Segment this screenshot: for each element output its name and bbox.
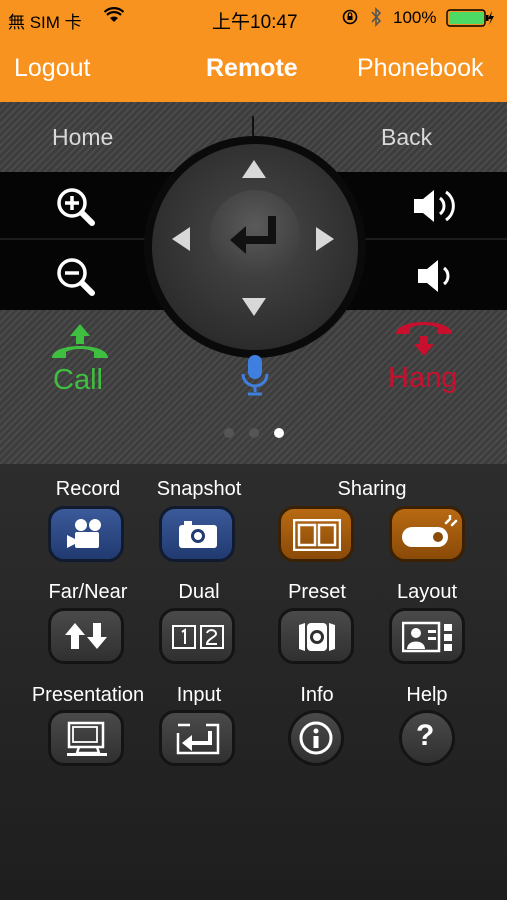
record-label: Record (55, 478, 121, 500)
sharing-button[interactable] (278, 506, 354, 562)
carrier-label: 無 SIM 卡 (8, 13, 82, 32)
microphone-icon[interactable] (240, 354, 270, 401)
divider (350, 238, 507, 240)
record-button[interactable] (48, 506, 124, 562)
dpad-right-arrow[interactable] (316, 227, 334, 256)
phonebook-button[interactable]: Phonebook (357, 54, 484, 83)
help-icon: ? (416, 719, 435, 752)
hang-label[interactable]: Hang (388, 362, 457, 395)
battery-percent: 100% (393, 8, 437, 27)
info-label: Info (300, 684, 334, 706)
battery-icon (446, 9, 494, 32)
clock: 上午10:47 (212, 12, 298, 33)
page-title: Remote (206, 54, 298, 82)
dpad-down-arrow[interactable] (242, 298, 266, 321)
help-button[interactable]: ? (399, 710, 455, 766)
layout-icon (401, 621, 454, 658)
dpad-left-arrow[interactable] (172, 227, 190, 256)
hang-up-icon[interactable] (392, 318, 456, 363)
help-label: Help (406, 684, 448, 706)
enter-icon (228, 212, 282, 263)
page-dot[interactable] (224, 428, 234, 438)
far-near-button[interactable] (48, 608, 124, 664)
volume-up-icon[interactable] (412, 188, 460, 229)
sharing-label: Sharing (337, 478, 407, 500)
nav-bar: Logout Remote Phonebook (0, 36, 507, 102)
far-near-label: Far/Near (48, 581, 128, 603)
preset-label: Preset (288, 581, 346, 603)
rotation-lock-icon (342, 9, 358, 30)
back-button[interactable]: Back (381, 124, 432, 151)
volume-down-icon[interactable] (416, 258, 456, 299)
film-icon (292, 518, 342, 556)
input-button[interactable] (159, 710, 235, 766)
camera-icon (178, 519, 218, 554)
dual-label: Dual (178, 581, 220, 603)
dual-screen-icon (172, 625, 224, 654)
call-icon[interactable] (48, 322, 112, 367)
logout-button[interactable]: Logout (14, 54, 90, 83)
info-icon (299, 721, 333, 760)
enter-button[interactable] (210, 190, 300, 280)
snapshot-label: Snapshot (156, 478, 242, 500)
wifi-icon (103, 6, 125, 29)
status-bar: 無 SIM 卡 上午10:47 100% (0, 0, 507, 36)
input-label: Input (176, 684, 222, 706)
page-dot-active[interactable] (274, 428, 284, 438)
layout-button[interactable] (389, 608, 465, 664)
dpad-up-arrow[interactable] (242, 160, 266, 183)
layout-label: Layout (396, 581, 458, 603)
video-camera-icon (67, 517, 107, 556)
info-button[interactable] (288, 710, 344, 766)
remote-panel: Home Back Call Hang (0, 102, 507, 464)
zoom-out-icon[interactable] (55, 256, 97, 303)
projector-button[interactable] (389, 506, 465, 562)
home-button[interactable]: Home (52, 124, 113, 151)
presentation-icon (65, 721, 109, 762)
presentation-label: Presentation (31, 684, 145, 706)
page-dot[interactable] (249, 428, 259, 438)
projector-icon (400, 513, 458, 556)
call-label[interactable]: Call (53, 364, 103, 397)
dual-button[interactable] (159, 608, 235, 664)
preset-icon (297, 621, 337, 658)
divider (0, 238, 160, 240)
presentation-button[interactable] (48, 710, 124, 766)
up-down-arrows-icon (63, 621, 111, 656)
preset-button[interactable] (278, 608, 354, 664)
input-icon (176, 723, 220, 760)
function-panel: Record Snapshot Sharing Far/Near Dual Pr… (0, 464, 507, 900)
zoom-in-icon[interactable] (55, 186, 97, 233)
snapshot-button[interactable] (159, 506, 235, 562)
bluetooth-icon (370, 7, 382, 32)
